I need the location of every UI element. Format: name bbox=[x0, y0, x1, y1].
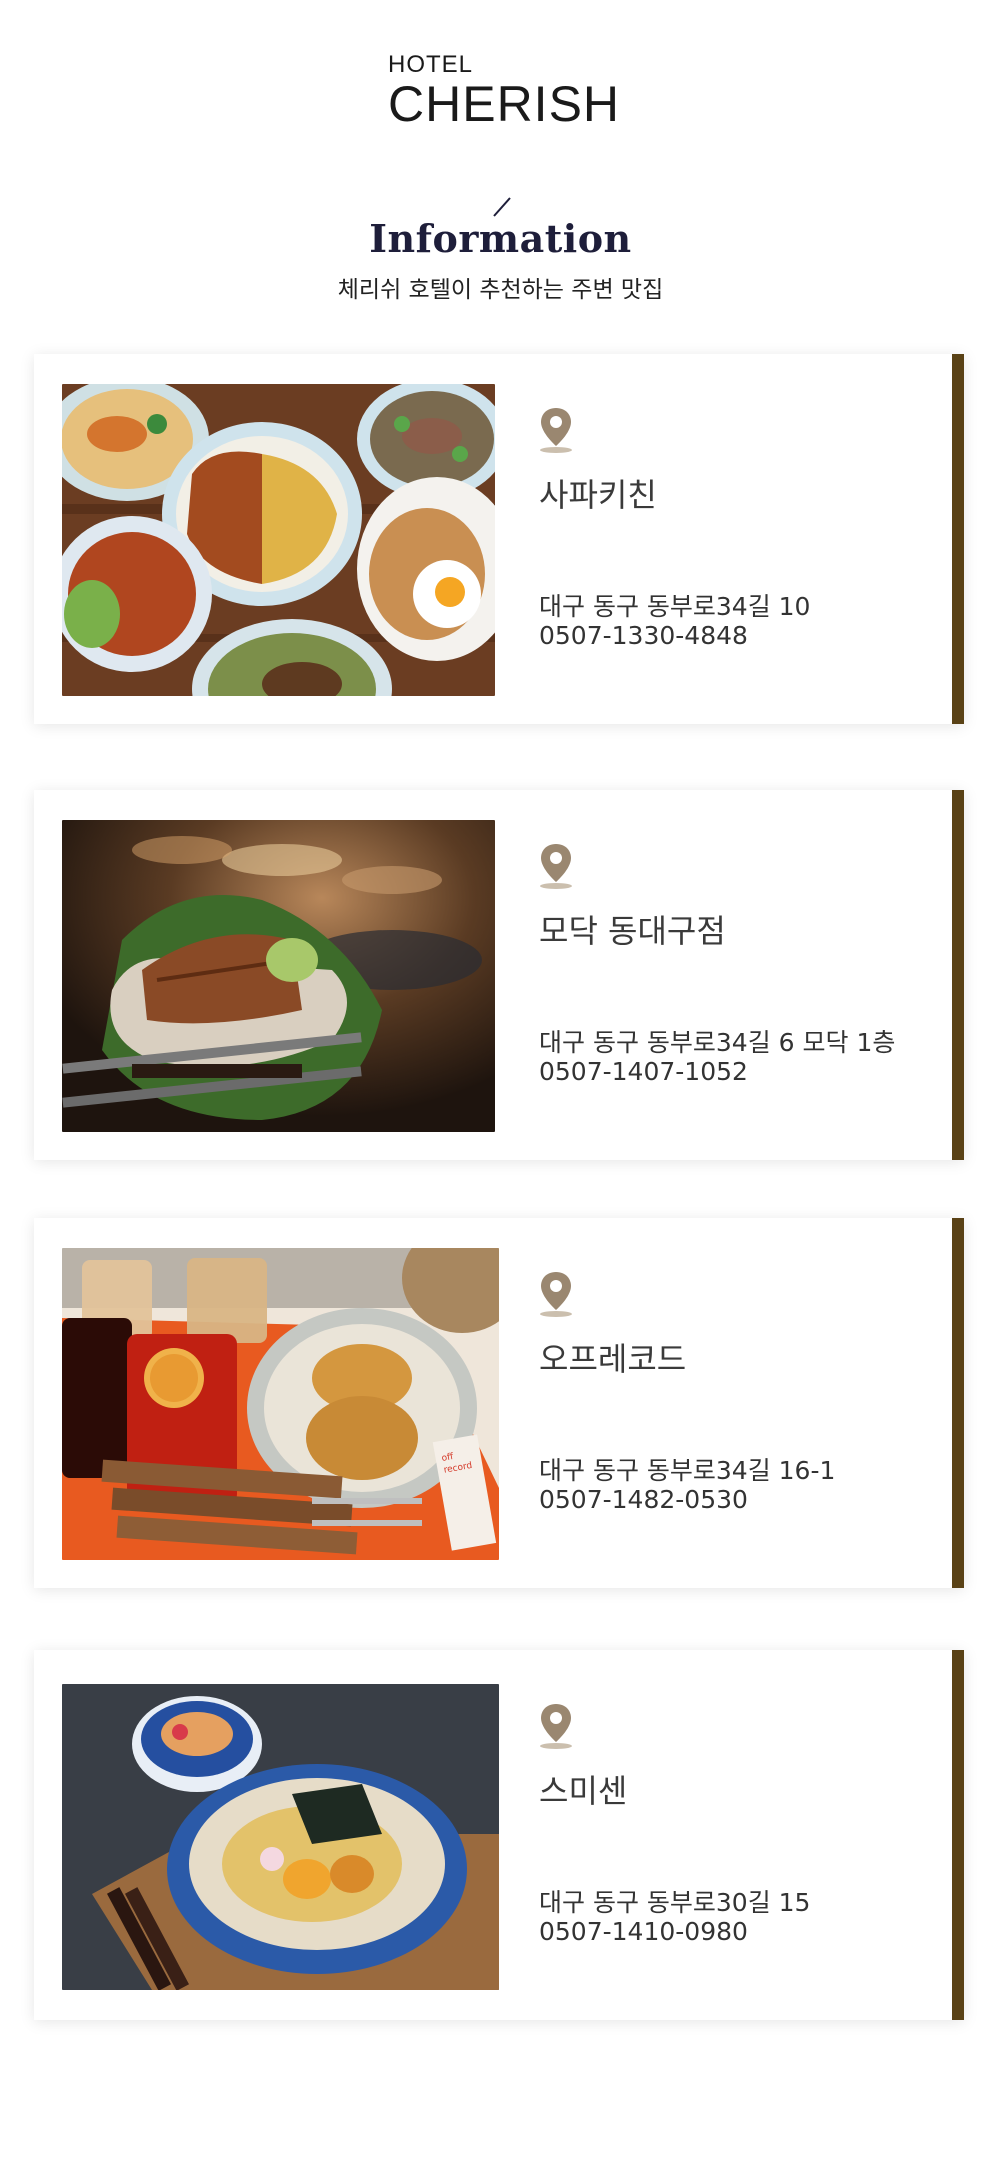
map-pin-icon bbox=[540, 408, 572, 453]
restaurant-photo bbox=[62, 384, 495, 696]
logo-cherish-text: CHERISH bbox=[388, 76, 621, 132]
restaurant-phone[interactable]: 0507-1482-0530 bbox=[539, 1485, 748, 1514]
restaurant-name: 모닥 동대구점 bbox=[539, 912, 726, 950]
restaurant-address: 대구 동구 동부로34길 10 bbox=[539, 592, 811, 621]
restaurant-name: 사파키친 bbox=[539, 476, 657, 514]
hotel-logo[interactable]: HOTEL CHERISH bbox=[388, 51, 621, 132]
accent-bar bbox=[952, 354, 964, 724]
restaurant-name: 오프레코드 bbox=[539, 1340, 687, 1378]
accent-bar bbox=[952, 1218, 964, 1588]
restaurant-photo bbox=[62, 820, 495, 1132]
logo-hotel-text: HOTEL bbox=[388, 51, 474, 78]
accent-bar bbox=[952, 790, 964, 1160]
decorative-slash-icon bbox=[493, 197, 511, 217]
section-subtitle: 체리쉬 호텔이 추천하는 주변 맛집 bbox=[337, 277, 664, 303]
restaurant-card[interactable]: off record 오프레코드 대구 동구 동부로34길 16-1 0507-… bbox=[34, 1218, 964, 1588]
map-pin-icon bbox=[540, 1704, 572, 1749]
restaurant-card[interactable]: 사파키친 대구 동구 동부로34길 10 0507-1330-4848 bbox=[34, 354, 964, 724]
restaurant-phone[interactable]: 0507-1407-1052 bbox=[539, 1057, 748, 1086]
restaurant-card[interactable]: 스미센 대구 동구 동부로30길 15 0507-1410-0980 bbox=[34, 1650, 964, 2020]
restaurant-address: 대구 동구 동부로34길 6 모닥 1층 bbox=[539, 1028, 896, 1057]
section-title: Information bbox=[369, 216, 632, 261]
restaurant-address: 대구 동구 동부로30길 15 bbox=[539, 1888, 811, 1917]
map-pin-icon bbox=[540, 1272, 572, 1317]
restaurant-photo: off record bbox=[62, 1248, 499, 1560]
accent-bar bbox=[952, 1650, 964, 2020]
restaurant-name: 스미센 bbox=[539, 1772, 628, 1810]
restaurant-photo bbox=[62, 1684, 499, 1990]
map-pin-icon bbox=[540, 844, 572, 889]
restaurant-card[interactable]: 모닥 동대구점 대구 동구 동부로34길 6 모닥 1층 0507-1407-1… bbox=[34, 790, 964, 1160]
restaurant-phone[interactable]: 0507-1330-4848 bbox=[539, 621, 748, 650]
restaurant-address: 대구 동구 동부로34길 16-1 bbox=[539, 1456, 836, 1485]
restaurant-phone[interactable]: 0507-1410-0980 bbox=[539, 1917, 748, 1946]
